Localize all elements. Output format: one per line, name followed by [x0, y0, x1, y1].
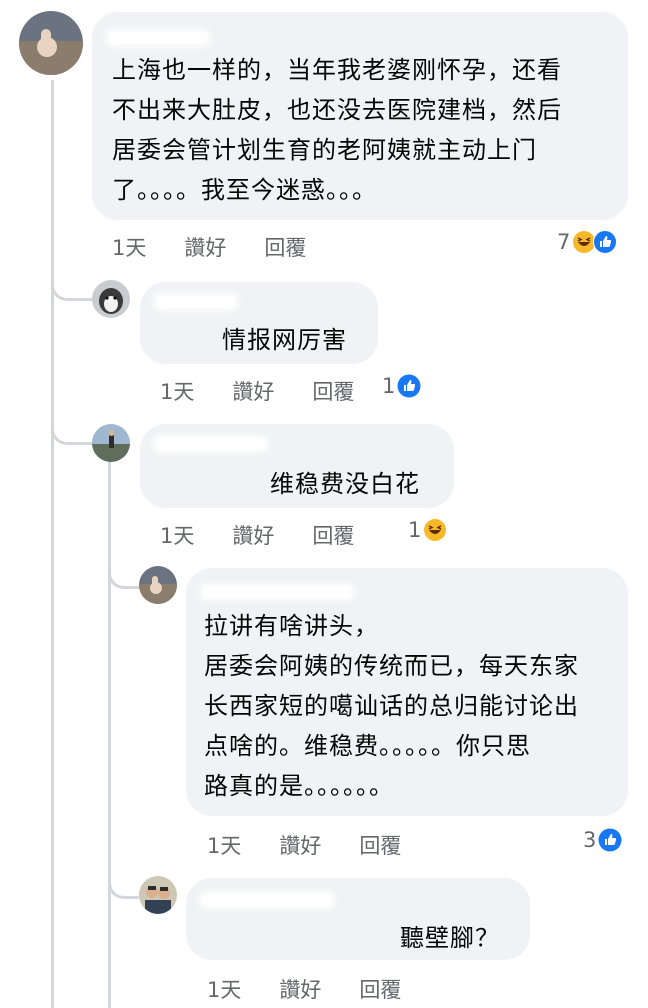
comment-bubble: 情报网厉害: [140, 282, 378, 364]
reaction-count: 7: [557, 230, 571, 254]
comment-text: 聽壁腳？: [400, 924, 500, 952]
thread-connector: [108, 866, 139, 899]
comment-bubble: 拉讲有啥讲头， 居委会阿姨的传统而已，每天东家 长西家短的噶讪话的总归能讨论出 …: [186, 568, 628, 816]
reaction-count: 1: [382, 374, 396, 398]
comment-bubble: 上海也一样的，当年我老婆刚怀孕，还看 不出来大肚皮，也还没去医院建档，然后 居委…: [92, 12, 628, 220]
reaction-summary[interactable]: 7: [557, 230, 618, 254]
comment-actions: 1天 讚好 回覆: [112, 232, 344, 262]
comment-text: 上海也一样的，当年我老婆刚怀孕，还看 不出来大肚皮，也还没去医院建档，然后 居委…: [112, 56, 562, 204]
reaction-summary[interactable]: 1: [408, 518, 447, 542]
avatar[interactable]: [92, 280, 130, 318]
reaction-summary[interactable]: 3: [583, 828, 622, 852]
reply-button[interactable]: 回覆: [359, 974, 401, 1004]
author-name-blurred[interactable]: [156, 438, 266, 450]
timestamp[interactable]: 1天: [207, 830, 241, 860]
timestamp[interactable]: 1天: [112, 232, 146, 262]
comment-bubble: 维稳费没白花: [140, 424, 454, 508]
avatar[interactable]: [19, 11, 83, 75]
reaction-count: 3: [583, 828, 597, 852]
avatar[interactable]: [92, 424, 130, 462]
like-button[interactable]: 讚好: [279, 830, 321, 860]
thread-connector: [108, 556, 139, 589]
author-name-blurred[interactable]: [156, 296, 236, 308]
author-name-blurred[interactable]: [202, 586, 352, 598]
like-button[interactable]: 讚好: [279, 974, 321, 1004]
thread-line-sub: [108, 462, 111, 1008]
timestamp[interactable]: 1天: [160, 376, 194, 406]
author-name-blurred[interactable]: [108, 32, 208, 44]
thread-connector: [51, 412, 92, 445]
comment-bubble: 聽壁腳？: [186, 878, 530, 960]
timestamp[interactable]: 1天: [160, 520, 194, 550]
like-button[interactable]: 讚好: [184, 232, 226, 262]
like-button[interactable]: 讚好: [232, 520, 274, 550]
like-icon: [598, 828, 622, 852]
comment-actions: 1天 讚好 回覆: [207, 830, 439, 860]
timestamp[interactable]: 1天: [207, 974, 241, 1004]
reply-button[interactable]: 回覆: [312, 376, 354, 406]
comment-actions: 1天 讚好 回覆: [160, 376, 392, 406]
like-icon: [397, 374, 421, 398]
reaction-count: 1: [408, 518, 422, 542]
avatar[interactable]: [139, 566, 177, 604]
reply-button[interactable]: 回覆: [359, 830, 401, 860]
like-icon: [593, 230, 618, 254]
comment-text: 维稳费没白花: [270, 470, 420, 498]
thread-connector: [51, 270, 92, 301]
comment-actions: 1天 讚好 回覆: [207, 974, 439, 1004]
haha-icon: [423, 518, 447, 542]
like-button[interactable]: 讚好: [232, 376, 274, 406]
reply-button[interactable]: 回覆: [312, 520, 354, 550]
comment-actions: 1天 讚好 回覆: [160, 520, 392, 550]
author-name-blurred[interactable]: [202, 894, 332, 906]
comment-text: 拉讲有啥讲头， 居委会阿姨的传统而已，每天东家 长西家短的噶讪话的总归能讨论出 …: [204, 612, 579, 800]
reaction-summary[interactable]: 1: [382, 374, 421, 398]
avatar[interactable]: [139, 876, 177, 914]
reply-button[interactable]: 回覆: [264, 232, 306, 262]
comment-text: 情报网厉害: [222, 326, 347, 354]
thread-line-main: [51, 80, 54, 1008]
